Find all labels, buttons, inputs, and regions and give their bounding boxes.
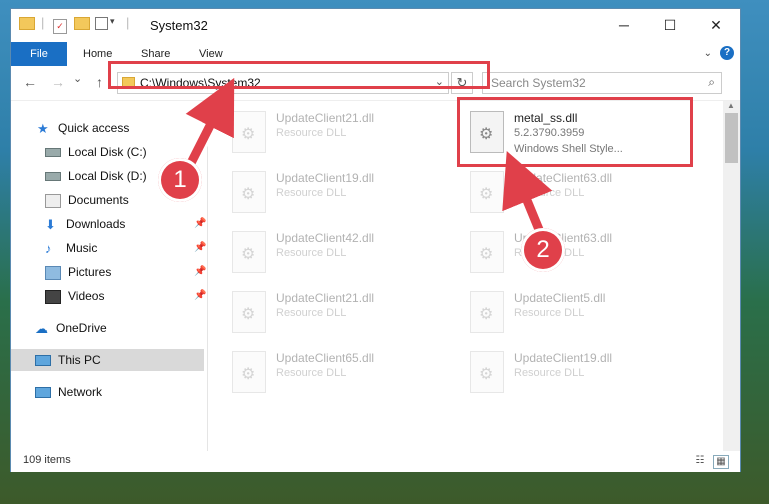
step-1-badge: 1: [158, 158, 202, 202]
step-2-badge: 2: [521, 228, 565, 272]
arrow-2: [502, 151, 553, 234]
arrow-1: [185, 77, 235, 168]
annotation-arrows: [183, 77, 553, 239]
